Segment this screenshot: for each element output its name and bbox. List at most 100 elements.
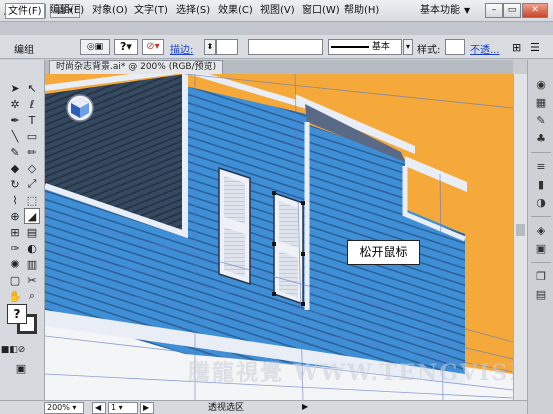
- status-menu-icon[interactable]: ▶: [300, 402, 310, 414]
- selection-handle: [301, 201, 305, 205]
- blob-brush-icon[interactable]: ◆: [7, 160, 23, 176]
- layers-icon[interactable]: ❐: [533, 270, 549, 284]
- fill-swatch[interactable]: ?: [7, 304, 27, 324]
- paintbrush-icon[interactable]: ✎: [7, 144, 23, 160]
- scrollbar-thumb[interactable]: [516, 224, 525, 236]
- magic-wand-icon[interactable]: ✲: [7, 96, 23, 112]
- dock-divider: [531, 262, 551, 263]
- right-window-upper-pane: [279, 201, 298, 248]
- symbols-icon[interactable]: ♣: [533, 132, 549, 146]
- zoom-value: 200%: [47, 403, 70, 412]
- swatches-icon[interactable]: ▦: [533, 96, 549, 110]
- rectangle-icon[interactable]: ▭: [24, 128, 40, 144]
- vertical-scrollbar[interactable]: [513, 74, 527, 400]
- stroke-icon[interactable]: ≡: [533, 160, 549, 174]
- stroke-panel-link[interactable]: 描边:: [170, 41, 193, 56]
- variable-width-profile[interactable]: [248, 39, 323, 55]
- menu-file[interactable]: 文件(F): [5, 3, 45, 19]
- align-icon[interactable]: ⊞: [512, 41, 521, 54]
- pen-icon[interactable]: ✒: [7, 112, 23, 128]
- slice-icon[interactable]: ✂: [24, 272, 40, 288]
- transparency-icon[interactable]: ◑: [533, 196, 549, 210]
- perspective-grid-icon[interactable]: ◢: [24, 208, 40, 224]
- mesh-icon[interactable]: ⊞: [7, 224, 23, 240]
- isolate-group-button[interactable]: ◎▣: [80, 39, 110, 55]
- control-bar: 编组 ◎▣ ?▾ ⊘▾ 描边: ⬍ 基本 ▾ 样式: 不透... ⊞ ☰: [0, 35, 553, 59]
- hand-icon[interactable]: ✋: [7, 288, 23, 304]
- brushes-icon[interactable]: ✎: [533, 114, 549, 128]
- menu-effect[interactable]: 效果(C): [218, 3, 253, 19]
- restore-button[interactable]: ▭: [503, 3, 521, 18]
- panel-dock: ◉ ▦ ✎ ♣ ≡ ▮ ◑ ◈ ▣ ❐ ▤: [527, 60, 553, 414]
- house-illustration: [45, 74, 513, 400]
- document-tab[interactable]: 时尚杂志背景.ai* @ 200% (RGB/预览): [49, 60, 224, 74]
- selection-handle: [301, 252, 305, 256]
- opacity-link[interactable]: 不透...: [470, 41, 500, 56]
- panel-menu-icon[interactable]: ☰: [530, 41, 540, 54]
- artboard-number-field[interactable]: 1 ▾: [108, 402, 138, 414]
- menu-view[interactable]: 视图(V): [260, 3, 295, 19]
- artboard-icon[interactable]: ▢: [7, 272, 23, 288]
- menu-bar: Ai Br ▤ ▾ 文件(F) 编辑(E) 对象(O) 文字(T) 选择(S) …: [0, 0, 553, 22]
- shape-builder-icon[interactable]: ⊕: [7, 208, 23, 224]
- eyedropper-icon[interactable]: ✑: [7, 240, 23, 256]
- selection-handle: [272, 242, 276, 246]
- warp-icon[interactable]: ⌇: [7, 192, 23, 208]
- menu-window[interactable]: 窗口(W): [302, 3, 340, 19]
- stroke-weight-field[interactable]: [216, 39, 238, 55]
- line-icon[interactable]: ╲: [7, 128, 23, 144]
- free-transform-icon[interactable]: ⬚: [24, 192, 40, 208]
- color-icon[interactable]: ◉: [533, 78, 549, 92]
- selection-icon[interactable]: ➤: [7, 80, 23, 96]
- brush-options-icon[interactable]: ▾: [403, 39, 413, 55]
- gradient-panel-icon[interactable]: ▮: [533, 178, 549, 192]
- current-tool-status: 透视选区: [208, 403, 245, 413]
- next-artboard-button[interactable]: ▶: [140, 402, 154, 414]
- chevron-down-icon: ▼: [464, 6, 471, 15]
- blend-icon[interactable]: ◐: [24, 240, 40, 256]
- direct-selection-icon[interactable]: ↖: [24, 80, 40, 96]
- graphic-style-dropdown[interactable]: [445, 39, 465, 55]
- brush-name: 基本: [371, 42, 390, 52]
- lasso-icon[interactable]: ℓ: [24, 96, 40, 112]
- perspective-widget-icon: [66, 94, 94, 122]
- pencil-icon[interactable]: ✏: [24, 144, 40, 160]
- menu-edit[interactable]: 编辑(E): [50, 3, 84, 19]
- artboard-canvas[interactable]: 松开鼠标 騰龍視覺 WWW.TENGVISION: [45, 74, 513, 400]
- rotate-icon[interactable]: ↻: [7, 176, 23, 192]
- zoom-icon[interactable]: ⌕: [24, 288, 40, 304]
- fill-swatch-dropdown[interactable]: ?▾: [114, 39, 138, 55]
- type-icon[interactable]: T: [24, 112, 40, 128]
- first-artboard-button[interactable]: ◀: [92, 402, 106, 414]
- stroke-swatch-dropdown[interactable]: ⊘▾: [142, 39, 164, 55]
- left-window-upper-pane: [224, 176, 245, 224]
- style-label: 样式:: [417, 45, 441, 56]
- menu-object[interactable]: 对象(O): [92, 3, 128, 19]
- selection-mode-label: 编组: [14, 45, 34, 56]
- symbol-sprayer-icon[interactable]: ✺: [7, 256, 23, 272]
- watermark: 騰龍視覺 WWW.TENGVISION: [188, 360, 513, 386]
- gradient-icon[interactable]: ▤: [24, 224, 40, 240]
- menu-help[interactable]: 帮助(H): [344, 3, 379, 19]
- color-mode-icons[interactable]: ■◧⊘: [1, 342, 26, 358]
- scale-icon[interactable]: ⤢: [24, 176, 40, 192]
- column-graph-icon[interactable]: ▥: [24, 256, 40, 272]
- menu-bar-fill: [0, 22, 553, 35]
- selection-handle: [272, 292, 276, 296]
- fill-stroke-widget[interactable]: ?: [7, 304, 37, 334]
- brush-definition-dropdown[interactable]: 基本: [328, 39, 402, 55]
- stroke-weight-stepper[interactable]: ⬍: [204, 39, 216, 55]
- screen-mode-icon[interactable]: ▣: [13, 360, 29, 376]
- zoom-dropdown[interactable]: 200% ▾: [44, 402, 84, 414]
- left-window-lower-pane: [224, 227, 245, 277]
- workspace-switcher[interactable]: 基本功能 ▼: [420, 3, 490, 19]
- menu-type[interactable]: 文字(T): [134, 3, 168, 19]
- artboards-icon[interactable]: ▤: [533, 288, 549, 302]
- graphic-styles-icon[interactable]: ▣: [533, 242, 549, 256]
- dock-divider: [531, 152, 551, 153]
- menu-select[interactable]: 选择(S): [176, 3, 210, 19]
- eraser-icon[interactable]: ◇: [24, 160, 40, 176]
- appearance-icon[interactable]: ◈: [533, 224, 549, 238]
- minimize-button[interactable]: –: [485, 3, 503, 18]
- close-button[interactable]: ✕: [522, 3, 548, 18]
